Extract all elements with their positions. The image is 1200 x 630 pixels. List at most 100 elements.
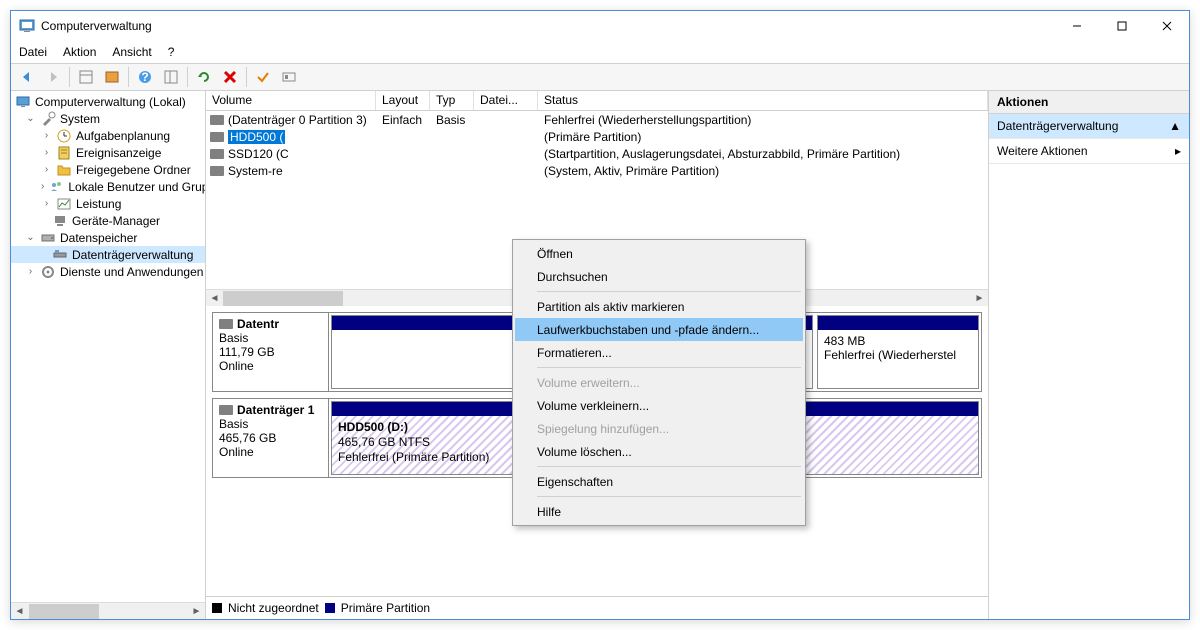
tree-storage[interactable]: ⌄Datenspeicher [11, 229, 205, 246]
clock-icon [56, 128, 72, 144]
menu-view[interactable]: Ansicht [112, 45, 151, 59]
volume-row-selected[interactable]: HDD500 ((Primäre Partition) [206, 128, 988, 145]
users-icon [48, 179, 64, 195]
ctx-delete[interactable]: Volume löschen... [515, 440, 803, 463]
collapse-icon[interactable]: ⌄ [25, 113, 36, 124]
legend: Nicht zugeordnet Primäre Partition [206, 596, 988, 619]
main-window: Computerverwaltung Datei Aktion Ansicht … [10, 10, 1190, 620]
tree-users[interactable]: ›Lokale Benutzer und Gruppen [11, 178, 205, 195]
back-button[interactable] [15, 65, 39, 89]
menu-help[interactable]: ? [168, 45, 175, 59]
actions-section[interactable]: Datenträgerverwaltung ▲ [989, 114, 1189, 139]
disk-icon [210, 149, 224, 159]
ctx-properties[interactable]: Eigenschaften [515, 470, 803, 493]
refresh-button[interactable] [192, 65, 216, 89]
actions-pane: Aktionen Datenträgerverwaltung ▲ Weitere… [989, 91, 1189, 619]
context-menu: Öffnen Durchsuchen Partition als aktiv m… [512, 239, 806, 526]
menu-action[interactable]: Aktion [63, 45, 96, 59]
delete-button[interactable] [218, 65, 242, 89]
toolbar-check[interactable] [251, 65, 275, 89]
col-volume[interactable]: Volume [206, 91, 376, 110]
main-area: Computerverwaltung (Lokal) ⌄System ›Aufg… [11, 91, 1189, 619]
disk-icon [219, 319, 233, 329]
disk-icon [210, 166, 224, 176]
tree-scheduler[interactable]: ›Aufgabenplanung [11, 127, 205, 144]
device-icon [52, 213, 68, 229]
actions-header: Aktionen [989, 91, 1189, 114]
disk-icon [210, 115, 224, 125]
tree-eventlog[interactable]: ›Ereignisanzeige [11, 144, 205, 161]
expand-icon[interactable]: › [41, 198, 52, 209]
disk-icon [219, 405, 233, 415]
eventlog-icon [56, 145, 72, 161]
ctx-extend: Volume erweitern... [515, 371, 803, 394]
legend-unalloc: Nicht zugeordnet [228, 601, 319, 615]
app-icon [19, 18, 35, 34]
menubar: Datei Aktion Ansicht ? [11, 41, 1189, 63]
volume-row[interactable]: System-re(System, Aktiv, Primäre Partiti… [206, 162, 988, 179]
volume-grid-header: Volume Layout Typ Datei... Status [206, 91, 988, 111]
tree-pane[interactable]: Computerverwaltung (Lokal) ⌄System ›Aufg… [11, 91, 206, 619]
volume-grid[interactable]: (Datenträger 0 Partition 3)EinfachBasisF… [206, 111, 988, 179]
chevron-up-icon: ▲ [1169, 119, 1181, 133]
diskmgmt-icon [52, 247, 68, 263]
expand-icon[interactable]: › [41, 164, 52, 175]
expand-icon[interactable]: › [25, 266, 36, 277]
volume-row[interactable]: SSD120 (C(Startpartition, Auslagerungsda… [206, 145, 988, 162]
ctx-help[interactable]: Hilfe [515, 500, 803, 523]
legend-unalloc-icon [212, 603, 222, 613]
disk0-part-recovery[interactable]: 483 MBFehlerfrei (Wiederherstel [817, 315, 979, 389]
legend-primary-icon [325, 603, 335, 613]
toolbar-btn-4[interactable] [277, 65, 301, 89]
toolbar-btn-3[interactable] [159, 65, 183, 89]
ctx-format[interactable]: Formatieren... [515, 341, 803, 364]
menu-file[interactable]: Datei [19, 45, 47, 59]
folder-icon [56, 162, 72, 178]
volume-row[interactable]: (Datenträger 0 Partition 3)EinfachBasisF… [206, 111, 988, 128]
collapse-icon[interactable]: ⌄ [25, 232, 36, 243]
forward-button[interactable] [41, 65, 65, 89]
tools-icon [40, 111, 56, 127]
col-fs[interactable]: Datei... [474, 91, 538, 110]
tree-system[interactable]: ⌄System [11, 110, 205, 127]
ctx-mirror: Spiegelung hinzufügen... [515, 417, 803, 440]
tree-diskmgmt[interactable]: Datenträgerverwaltung [11, 246, 205, 263]
tree-perf[interactable]: ›Leistung [11, 195, 205, 212]
storage-icon [40, 230, 56, 246]
center-pane: Volume Layout Typ Datei... Status (Daten… [206, 91, 989, 619]
toolbar-btn-1[interactable] [74, 65, 98, 89]
chevron-right-icon: ▸ [1175, 144, 1181, 158]
tree-shares[interactable]: ›Freigegebene Ordner [11, 161, 205, 178]
ctx-mark-active[interactable]: Partition als aktiv markieren [515, 295, 803, 318]
actions-more[interactable]: Weitere Aktionen ▸ [989, 139, 1189, 164]
minimize-button[interactable] [1054, 11, 1099, 41]
disk-icon [210, 132, 224, 142]
toolbar: ? [11, 63, 1189, 91]
disk0-info: Datentr Basis 111,79 GB Online [213, 313, 329, 391]
tree-devices[interactable]: Geräte-Manager [11, 212, 205, 229]
ctx-change-letter[interactable]: Laufwerkbuchstaben und -pfade ändern... [515, 318, 803, 341]
services-icon [40, 264, 56, 280]
maximize-button[interactable] [1099, 11, 1144, 41]
disk1-info: Datenträger 1 Basis 465,76 GB Online [213, 399, 329, 477]
ctx-browse[interactable]: Durchsuchen [515, 265, 803, 288]
titlebar: Computerverwaltung [11, 11, 1189, 41]
expand-icon[interactable]: › [41, 181, 44, 192]
help-button[interactable]: ? [133, 65, 157, 89]
tree-services[interactable]: ›Dienste und Anwendungen [11, 263, 205, 280]
perf-icon [56, 196, 72, 212]
col-type[interactable]: Typ [430, 91, 474, 110]
expand-icon[interactable]: › [41, 147, 52, 158]
col-status[interactable]: Status [538, 91, 988, 110]
tree-hscrollbar[interactable]: ◄► [11, 602, 205, 619]
ctx-open[interactable]: Öffnen [515, 242, 803, 265]
toolbar-btn-2[interactable] [100, 65, 124, 89]
legend-primary: Primäre Partition [341, 601, 430, 615]
svg-text:?: ? [141, 70, 148, 84]
computer-icon [15, 94, 31, 110]
col-layout[interactable]: Layout [376, 91, 430, 110]
tree-root[interactable]: Computerverwaltung (Lokal) [11, 93, 205, 110]
ctx-shrink[interactable]: Volume verkleinern... [515, 394, 803, 417]
expand-icon[interactable]: › [41, 130, 52, 141]
close-button[interactable] [1144, 11, 1189, 41]
